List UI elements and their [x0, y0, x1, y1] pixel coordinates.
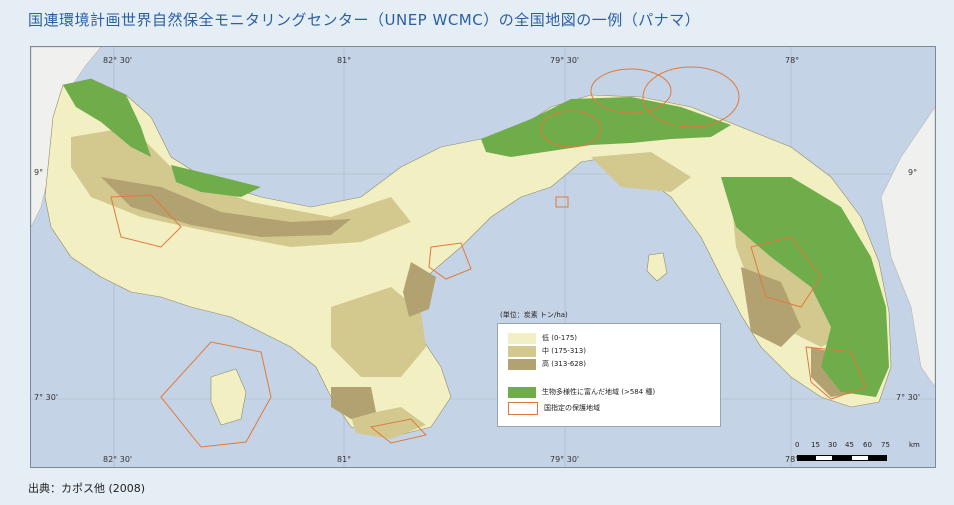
tick-top-1: 82° 30': [103, 56, 133, 65]
scale-label-0: 0: [795, 441, 800, 449]
tick-right-1: 9°: [908, 168, 918, 177]
coiba-island: [210, 368, 247, 426]
legend-label-low: 低 (0-175): [542, 334, 578, 342]
map-panel: [30, 46, 936, 468]
source-caption: 出典：カポス他 (2008): [28, 482, 146, 495]
legend-item-low: 低 (0-175): [508, 332, 577, 344]
tick-left-1: 9°: [34, 168, 44, 177]
page-title: 国連環境計画世界自然保全モニタリングセンター（UNEP WCMC）の全国地図の一…: [28, 11, 701, 29]
scale-seg-5: [869, 455, 887, 461]
scale-seg-2: [815, 455, 833, 461]
tick-top-4: 78°: [785, 56, 800, 65]
scale-label-30: 30: [828, 441, 837, 449]
tick-bottom-3: 79° 30': [550, 455, 580, 464]
tick-bottom-2: 81°: [337, 455, 352, 464]
scale-bar: 0 15 30 45 60 75 km: [795, 441, 927, 469]
legend-label-medium: 中 (175-313): [542, 347, 586, 355]
legend-item-protected: 国指定の保護地域: [508, 401, 600, 415]
legend-label-high: 高 (313-628): [542, 360, 586, 368]
tick-right-2: 7° 30': [896, 393, 921, 402]
legend-item-medium: 中 (175-313): [508, 345, 586, 357]
legend-swatch-high: [508, 358, 536, 370]
scale-unit: km: [909, 441, 920, 449]
legend-swatch-low: [508, 332, 536, 344]
scale-label-60: 60: [863, 441, 872, 449]
legend-label-biodiversity: 生物多様性に富んだ地域 (>584 種): [542, 388, 656, 396]
legend-header: (単位：炭素 トン/ha): [500, 311, 568, 319]
map-legend: 低 (0-175) 中 (175-313) 高 (313-628) 生物多様性に…: [497, 323, 721, 427]
legend-item-biodiversity: 生物多様性に富んだ地域 (>584 種): [508, 386, 655, 398]
legend-item-high: 高 (313-628): [508, 358, 586, 370]
tick-left-2: 7° 30': [34, 393, 59, 402]
map-canvas: [31, 47, 935, 467]
scale-label-45: 45: [845, 441, 854, 449]
legend-label-protected: 国指定の保護地域: [544, 404, 600, 412]
legend-swatch-biodiversity: [508, 386, 536, 398]
tick-bottom-1: 82° 30': [103, 455, 133, 464]
scale-label-75: 75: [881, 441, 890, 449]
scale-label-15: 15: [811, 441, 820, 449]
scale-seg-4: [851, 455, 869, 461]
scale-seg-1: [797, 455, 815, 461]
tick-top-3: 79° 30': [550, 56, 580, 65]
scale-seg-3: [833, 455, 851, 461]
legend-swatch-protected: [508, 401, 538, 415]
legend-swatch-medium: [508, 345, 536, 357]
rey-island: [646, 252, 668, 282]
tick-top-2: 81°: [337, 56, 352, 65]
